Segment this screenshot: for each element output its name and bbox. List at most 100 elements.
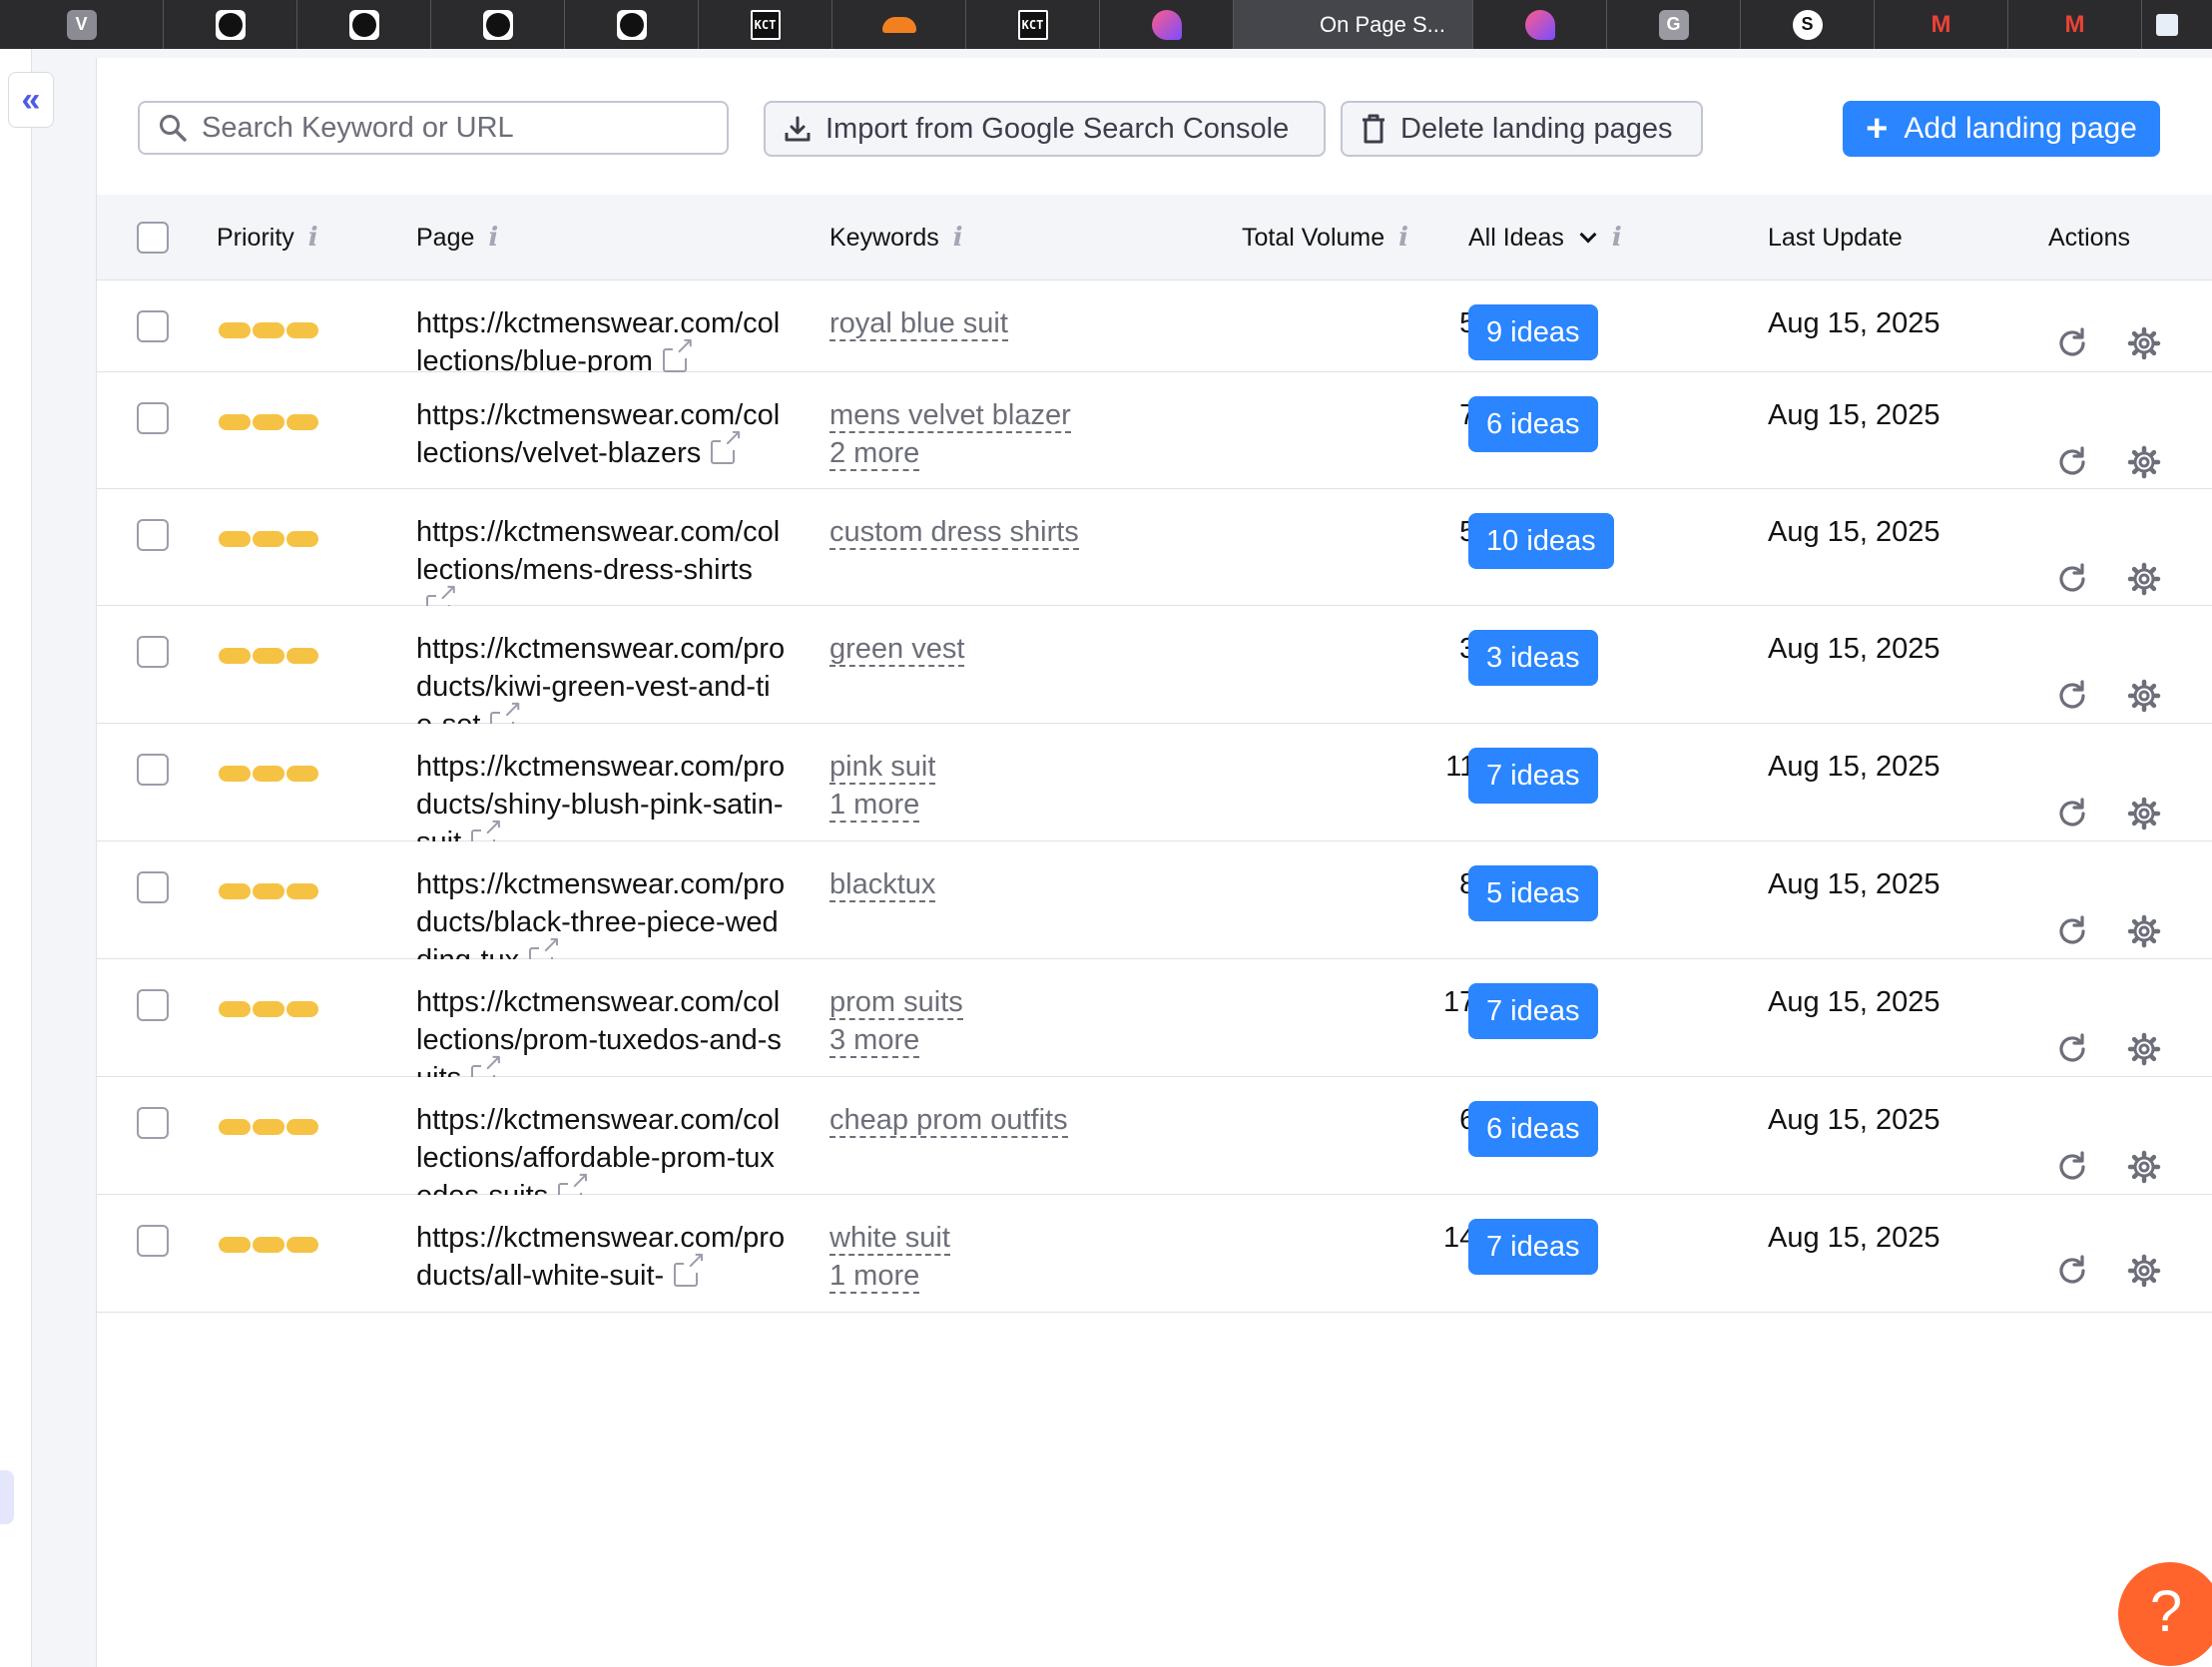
row-checkbox[interactable] <box>137 519 169 551</box>
refresh-icon[interactable] <box>2055 679 2089 713</box>
search-box[interactable] <box>138 101 729 155</box>
table-row[interactable]: https://kctmenswear.com/collections/velv… <box>97 372 2212 489</box>
refresh-icon[interactable] <box>2055 562 2089 596</box>
ideas-button[interactable]: 3 ideas <box>1468 630 1598 686</box>
browser-tab[interactable] <box>832 0 966 49</box>
table-row[interactable]: https://kctmenswear.com/products/shiny-b… <box>97 724 2212 858</box>
table-row[interactable]: https://kctmenswear.com/collections/affo… <box>97 1077 2212 1212</box>
header-priority[interactable]: Priority i <box>217 195 318 280</box>
gear-icon[interactable] <box>2127 679 2161 713</box>
row-checkbox[interactable] <box>137 989 169 1021</box>
ideas-button[interactable]: 6 ideas <box>1468 1101 1598 1157</box>
refresh-icon[interactable] <box>2055 1150 2089 1184</box>
browser-tab[interactable]: KCT <box>966 0 1100 49</box>
ideas-button[interactable]: 7 ideas <box>1468 1219 1598 1275</box>
table-row[interactable]: https://kctmenswear.com/collections/prom… <box>97 959 2212 1094</box>
page-url-link[interactable]: https://kctmenswear.com/collections/blue… <box>416 307 780 377</box>
browser-tab[interactable] <box>2142 0 2192 49</box>
ideas-button[interactable]: 6 ideas <box>1468 396 1598 452</box>
keyword-link[interactable]: pink suit <box>830 751 936 785</box>
browser-tab[interactable]: On Page S... <box>1234 0 1473 49</box>
header-total-volume[interactable]: Total Volume i <box>1242 195 1408 280</box>
browser-tab[interactable] <box>297 0 431 49</box>
row-checkbox[interactable] <box>137 754 169 786</box>
keyword-link[interactable]: prom suits <box>830 986 963 1020</box>
browser-tab[interactable]: S <box>1741 0 1875 49</box>
row-checkbox[interactable] <box>137 310 169 342</box>
ideas-button[interactable]: 10 ideas <box>1468 513 1614 569</box>
header-page[interactable]: Page i <box>416 195 498 280</box>
table-row[interactable]: https://kctmenswear.com/products/kiwi-gr… <box>97 606 2212 741</box>
external-link-icon[interactable] <box>662 334 695 372</box>
gear-icon[interactable] <box>2127 562 2161 596</box>
keyword-link[interactable]: royal blue suit <box>830 307 1008 341</box>
ideas-button[interactable]: 5 ideas <box>1468 865 1598 921</box>
import-gsc-button[interactable]: Import from Google Search Console <box>764 101 1326 157</box>
search-input[interactable] <box>202 111 681 145</box>
ideas-button[interactable]: 7 ideas <box>1468 748 1598 804</box>
table-row[interactable]: https://kctmenswear.com/collections/blue… <box>97 280 2212 377</box>
browser-tab[interactable]: M <box>1875 0 2008 49</box>
help-button[interactable]: ? <box>2118 1562 2212 1666</box>
browser-tab[interactable] <box>164 0 297 49</box>
more-keywords-link[interactable]: 1 more <box>830 1260 920 1294</box>
browser-tab[interactable]: G <box>1607 0 1741 49</box>
row-checkbox[interactable] <box>137 636 169 668</box>
ideas-button[interactable]: 9 ideas <box>1468 304 1598 360</box>
collapse-sidebar-button[interactable]: « <box>8 72 54 128</box>
info-icon[interactable]: i <box>308 223 318 253</box>
keyword-link[interactable]: mens velvet blazer <box>830 399 1071 433</box>
browser-tab[interactable]: M <box>2008 0 2142 49</box>
more-keywords-link[interactable]: 3 more <box>830 1024 920 1058</box>
refresh-icon[interactable] <box>2055 1032 2089 1066</box>
refresh-icon[interactable] <box>2055 445 2089 479</box>
delete-landing-pages-button[interactable]: Delete landing pages <box>1341 101 1703 157</box>
keyword-link[interactable]: blacktux <box>830 868 936 902</box>
keyword-link[interactable]: custom dress shirts <box>830 516 1079 550</box>
page-url-link[interactable]: https://kctmenswear.com/products/all-whi… <box>416 1222 785 1292</box>
keyword-link[interactable]: cheap prom outfits <box>830 1104 1068 1138</box>
header-last-update[interactable]: Last Update <box>1768 195 1903 280</box>
info-icon[interactable]: i <box>1612 223 1622 253</box>
more-keywords-link[interactable]: 2 more <box>830 437 920 471</box>
gear-icon[interactable] <box>2127 1254 2161 1288</box>
ideas-filter-dropdown[interactable]: All Ideas i <box>1468 195 1622 280</box>
refresh-icon[interactable] <box>2055 797 2089 831</box>
external-link-icon[interactable] <box>711 426 744 464</box>
refresh-icon[interactable] <box>2055 1254 2089 1288</box>
gear-icon[interactable] <box>2127 1150 2161 1184</box>
search-icon <box>160 115 187 142</box>
info-icon[interactable]: i <box>953 223 963 253</box>
gear-icon[interactable] <box>2127 1032 2161 1066</box>
row-checkbox[interactable] <box>137 871 169 903</box>
gear-icon[interactable] <box>2127 914 2161 948</box>
browser-tab[interactable] <box>1473 0 1607 49</box>
browser-tab[interactable] <box>431 0 565 49</box>
gear-icon[interactable] <box>2127 326 2161 360</box>
select-all-checkbox[interactable] <box>137 222 169 254</box>
gear-icon[interactable] <box>2127 445 2161 479</box>
add-landing-page-button[interactable]: + Add landing page <box>1843 101 2160 157</box>
browser-tab[interactable]: V <box>0 0 164 49</box>
info-icon[interactable]: i <box>1398 223 1408 253</box>
ideas-button[interactable]: 7 ideas <box>1468 983 1598 1039</box>
keyword-link[interactable]: green vest <box>830 633 965 667</box>
row-checkbox[interactable] <box>137 1225 169 1257</box>
gear-icon[interactable] <box>2127 797 2161 831</box>
page-url-link[interactable]: https://kctmenswear.com/collections/mens… <box>416 516 780 586</box>
keyword-link[interactable]: white suit <box>830 1222 950 1256</box>
table-row[interactable]: https://kctmenswear.com/collections/mens… <box>97 489 2212 619</box>
refresh-icon[interactable] <box>2055 326 2089 360</box>
row-checkbox[interactable] <box>137 402 169 434</box>
info-icon[interactable]: i <box>488 223 498 253</box>
browser-tab[interactable] <box>565 0 699 49</box>
browser-tab[interactable]: KCT <box>699 0 832 49</box>
table-row[interactable]: https://kctmenswear.com/products/black-t… <box>97 841 2212 976</box>
row-checkbox[interactable] <box>137 1107 169 1139</box>
table-row[interactable]: https://kctmenswear.com/products/all-whi… <box>97 1195 2212 1313</box>
external-link-icon[interactable] <box>674 1249 707 1287</box>
more-keywords-link[interactable]: 1 more <box>830 789 920 823</box>
browser-tab[interactable] <box>1100 0 1234 49</box>
header-keywords[interactable]: Keywords i <box>830 195 963 280</box>
refresh-icon[interactable] <box>2055 914 2089 948</box>
